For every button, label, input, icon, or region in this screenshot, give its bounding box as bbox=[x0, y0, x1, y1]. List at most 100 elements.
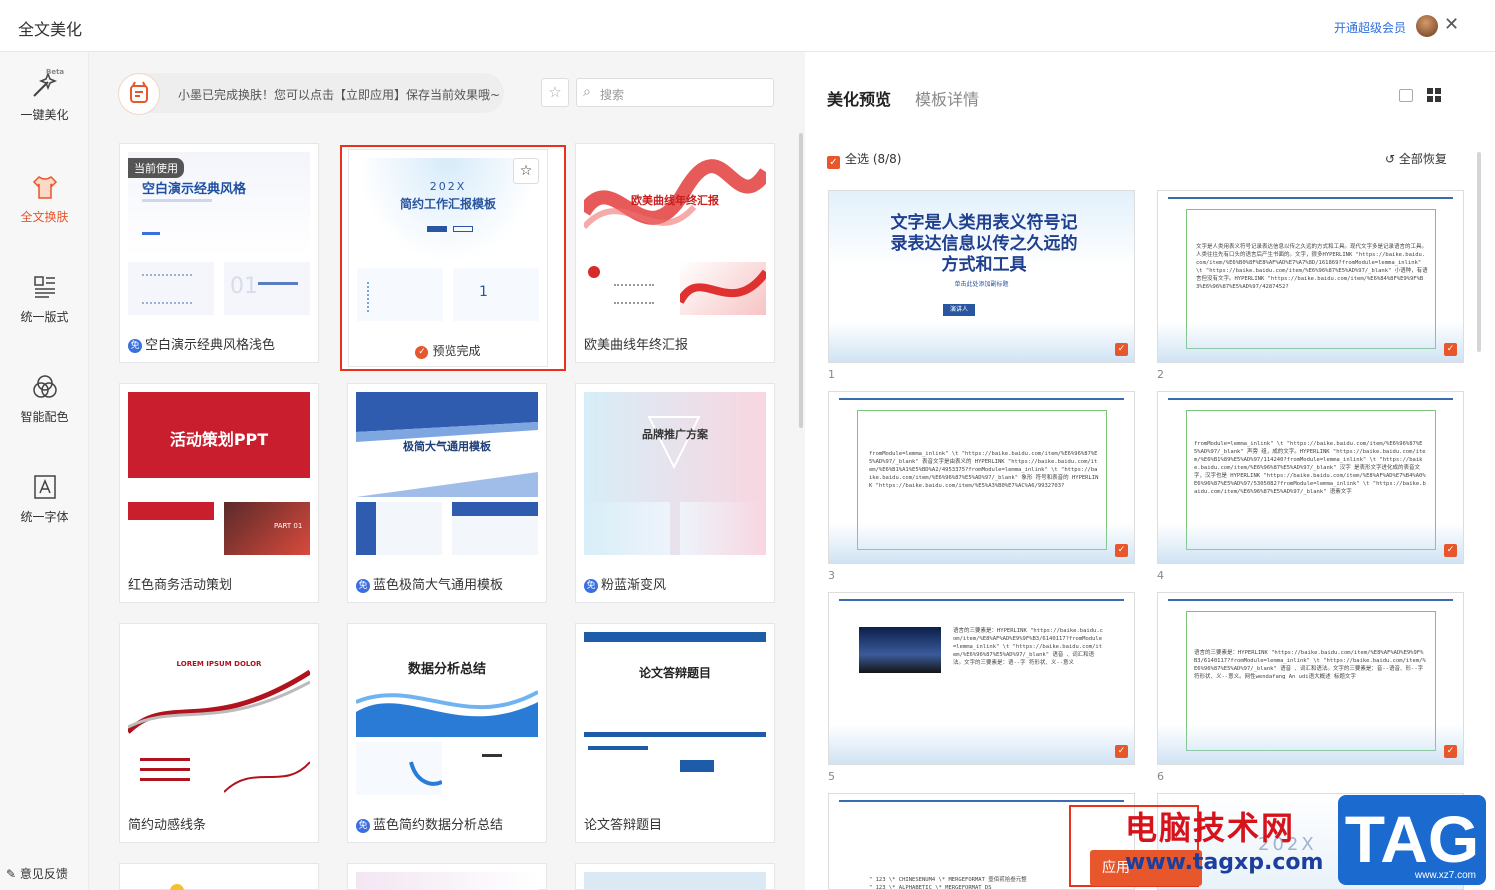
sidebar: Beta 一键美化 全文换肤 统一版式 智能配色 统一字体 ✎ 意见反馈 bbox=[0, 52, 89, 890]
search-placeholder: 搜索 bbox=[600, 88, 625, 102]
template-label: 免蓝色极简大气通用模板 bbox=[356, 574, 503, 593]
title-bar: 全文美化 开通超级会员 ✕ bbox=[0, 0, 1495, 52]
thumb-title: 欧美曲线年终汇报 bbox=[631, 194, 719, 207]
slide-checkbox[interactable]: ✓ bbox=[1115, 745, 1128, 758]
sidebar-item-layout[interactable]: 统一版式 bbox=[0, 272, 89, 325]
slide-number: 3 bbox=[828, 569, 835, 582]
sidebar-item-color[interactable]: 智能配色 bbox=[0, 372, 89, 425]
template-name: 论文答辩题目 bbox=[584, 818, 663, 833]
slide-thumbnail-5[interactable]: 语言的三要素是：HYPERLINK "https://baike.baidu.c… bbox=[828, 592, 1135, 765]
thumb-title: 空白演示经典风格 bbox=[142, 182, 247, 197]
template-card[interactable]: 极简大气通用模板 免蓝色极简大气通用模板 bbox=[347, 383, 547, 603]
tshirt-icon bbox=[32, 176, 57, 199]
sidebar-item-label: 一键美化 bbox=[20, 108, 69, 122]
search-input[interactable]: ⌕ 搜索 bbox=[576, 78, 774, 107]
preview-done-status: ✓ 预览完成 bbox=[349, 342, 547, 359]
slide-checkbox[interactable]: ✓ bbox=[1444, 544, 1457, 557]
favorite-star-icon[interactable]: ☆ bbox=[513, 158, 539, 184]
slide-checkbox[interactable]: ✓ bbox=[1444, 745, 1457, 758]
select-all-label: 全选 (8/8) bbox=[845, 152, 902, 166]
slide-checkbox[interactable]: ✓ bbox=[1115, 544, 1128, 557]
template-scrollbar[interactable] bbox=[799, 133, 803, 428]
select-all-checkbox[interactable]: ✓ 全选 (8/8) bbox=[827, 150, 902, 169]
slide-thumbnail-6[interactable]: 语言的三要素是：HYPERLINK "https://baike.baidu.c… bbox=[1157, 592, 1464, 765]
template-card[interactable]: LOREM IPSUM DOLOR 简约动感线条 bbox=[119, 623, 319, 843]
template-label: 免空白演示经典风格浅色 bbox=[128, 334, 275, 353]
sidebar-item-font[interactable]: 统一字体 bbox=[0, 472, 89, 525]
slide-top-line bbox=[1168, 599, 1453, 601]
restore-all-button[interactable]: ↺ 全部恢复 bbox=[1385, 150, 1447, 167]
close-icon[interactable]: ✕ bbox=[1444, 14, 1459, 35]
slide-wave bbox=[829, 523, 1134, 563]
slide-top-line bbox=[839, 599, 1124, 601]
template-card[interactable]: 论文答辩题目 论文答辩题目 bbox=[575, 623, 775, 843]
slide-wave bbox=[829, 322, 1134, 362]
assistant-bubble: 小墨已完成换肤！您可以点击【立即应用】保存当前效果哦~ bbox=[118, 73, 504, 115]
slide-top-line bbox=[1168, 398, 1453, 400]
template-label: 免粉蓝渐变风 bbox=[584, 574, 666, 593]
template-name: 欧美曲线年终汇报 bbox=[584, 338, 689, 353]
avatar[interactable] bbox=[1416, 15, 1438, 37]
template-card[interactable] bbox=[575, 863, 775, 890]
favorites-star-icon[interactable]: ☆ bbox=[541, 78, 569, 107]
member-icon: 免 bbox=[356, 819, 370, 833]
sidebar-item-one-click-beautify[interactable]: Beta 一键美化 bbox=[0, 68, 89, 123]
tab-template-details[interactable]: 模板详情 bbox=[915, 86, 979, 110]
slide-thumbnail-4[interactable]: fromModule=lemma_inlink" \t "https://bai… bbox=[1157, 391, 1464, 564]
color-circles-icon bbox=[32, 375, 57, 398]
sidebar-item-reskin[interactable]: 全文换肤 bbox=[0, 172, 89, 225]
vip-link[interactable]: 开通超级会员 bbox=[1334, 19, 1406, 36]
template-card[interactable]: 当前使用 空白演示经典风格 01 免空白演示经典风格浅色 bbox=[119, 143, 319, 363]
slide-thumbnail-3[interactable]: fromModule=lemma_inlink" \t "https://bai… bbox=[828, 391, 1135, 564]
template-status-label: 预览完成 bbox=[432, 344, 481, 358]
watermark-site-name: 电脑技术网 bbox=[1125, 809, 1296, 847]
template-thumbnail: 论文答辩题目 bbox=[584, 632, 766, 795]
slide-number: 4 bbox=[1157, 569, 1164, 582]
tab-beautify-preview[interactable]: 美化预览 bbox=[827, 86, 891, 110]
beta-badge: Beta bbox=[46, 68, 65, 76]
template-thumbnail: 品牌推广方案 bbox=[584, 392, 766, 555]
template-card[interactable] bbox=[119, 863, 319, 890]
slide-presenter: 演讲人 bbox=[943, 304, 975, 316]
thumb-title: 论文答辩题目 bbox=[638, 666, 711, 680]
template-thumbnail: 活动策划PPT PART 01 bbox=[128, 392, 310, 555]
template-label: 红色商务活动策划 bbox=[128, 574, 232, 593]
template-label: 简约动感线条 bbox=[128, 814, 206, 833]
slide-checkbox[interactable]: ✓ bbox=[1115, 343, 1128, 356]
watermark-tag-logo: TAG www.xz7.com bbox=[1338, 795, 1486, 885]
slide-top-line bbox=[1168, 197, 1453, 199]
template-card[interactable]: 数据分析总结 免蓝色简约数据分析总结 bbox=[347, 623, 547, 843]
template-label: 论文答辩题目 bbox=[584, 814, 662, 833]
slide-body-text: 语言的三要素是：HYPERLINK "https://baike.baidu.c… bbox=[1194, 650, 1426, 680]
slide-checkbox[interactable]: ✓ bbox=[1444, 343, 1457, 356]
template-card[interactable]: 欧美曲线年终汇报 欧美曲线年终汇报 bbox=[575, 143, 775, 363]
template-card[interactable] bbox=[347, 863, 547, 890]
slide-body-text: 文字是人类用表义符号记录表达信息以传之久远的方式和工具。现代文字多是记录语言的工… bbox=[1196, 244, 1428, 290]
template-name: 简约动感线条 bbox=[128, 818, 207, 833]
undo-icon: ↺ bbox=[1385, 152, 1396, 166]
template-card[interactable]: 活动策划PPT PART 01 红色商务活动策划 bbox=[119, 383, 319, 603]
image-view-icon[interactable] bbox=[1399, 89, 1413, 102]
template-name: 红色商务活动策划 bbox=[128, 578, 233, 593]
preview-scrollbar[interactable] bbox=[1477, 152, 1481, 352]
slide-thumbnail-1[interactable]: 文字是人类用表义符号记录表达信息以传之久远的方式和工具 单击此处添加副标题 演讲… bbox=[828, 190, 1135, 363]
thumb-title: 品牌推广方案 bbox=[642, 428, 708, 441]
watermark-tag-text: TAG bbox=[1344, 802, 1480, 876]
template-card-selected[interactable]: ☆ 202X 简约工作汇报模板 1 ✓ 预览完成 bbox=[340, 145, 566, 371]
sidebar-item-label: 智能配色 bbox=[20, 410, 69, 424]
slide-number: 5 bbox=[828, 770, 835, 783]
slide-number: 6 bbox=[1157, 770, 1164, 783]
template-name: 粉蓝渐变风 bbox=[601, 578, 667, 593]
slide-thumbnail-2[interactable]: 文字是人类用表义符号记录表达信息以传之久远的方式和工具。现代文字多是记录语言的工… bbox=[1157, 190, 1464, 363]
feedback-button[interactable]: ✎ 意见反馈 bbox=[6, 865, 68, 882]
grid-view-icon[interactable] bbox=[1427, 88, 1441, 102]
template-card[interactable]: 品牌推广方案 免粉蓝渐变风 bbox=[575, 383, 775, 603]
slide-number: 1 bbox=[828, 368, 835, 381]
slide-body-text: fromModule=lemma_inlink" \t "https://bai… bbox=[869, 451, 1099, 489]
sidebar-item-label: 全文换肤 bbox=[20, 210, 69, 224]
member-icon: 免 bbox=[584, 579, 598, 593]
slide-wave bbox=[1158, 523, 1463, 563]
template-name: 蓝色极简大气通用模板 bbox=[373, 578, 504, 593]
thumb-subtitle: PART 01 bbox=[274, 522, 303, 530]
window-title: 全文美化 bbox=[18, 20, 83, 39]
